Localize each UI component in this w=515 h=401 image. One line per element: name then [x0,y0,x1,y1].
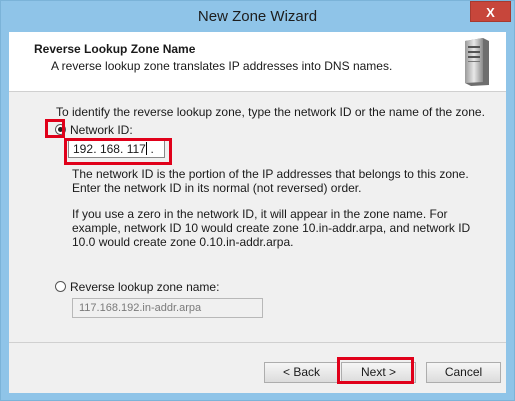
wizard-window: New Zone Wizard X Reverse Lookup Zone Na… [0,0,515,401]
wizard-body: To identify the reverse lookup zone, typ… [9,92,506,342]
title-bar[interactable]: New Zone Wizard X [1,1,514,32]
server-icon [465,38,489,86]
back-button[interactable]: < Back [264,362,339,383]
cancel-button[interactable]: Cancel [426,362,501,383]
next-button-highlight [337,357,414,384]
network-id-radio-highlight [45,119,65,138]
zone-name-radio[interactable] [55,281,66,292]
page-description: A reverse lookup zone translates IP addr… [51,59,393,73]
wizard-footer: < Back Next > Cancel [9,342,506,393]
network-id-label[interactable]: Network ID: [70,123,133,137]
zone-name-field: 117.168.192.in-addr.arpa [72,298,263,318]
page-title: Reverse Lookup Zone Name [34,42,196,56]
wizard-content: Reverse Lookup Zone Name A reverse looku… [9,32,506,393]
instruction-text: To identify the reverse lookup zone, typ… [56,105,485,119]
network-id-help: The network ID is the portion of the IP … [72,167,469,195]
zero-network-help: If you use a zero in the network ID, it … [72,207,471,249]
wizard-header: Reverse Lookup Zone Name A reverse looku… [9,32,506,92]
network-id-field-highlight [64,138,172,165]
close-button[interactable]: X [470,1,511,22]
zone-name-label[interactable]: Reverse lookup zone name: [70,280,219,294]
window-title: New Zone Wizard [197,8,318,25]
